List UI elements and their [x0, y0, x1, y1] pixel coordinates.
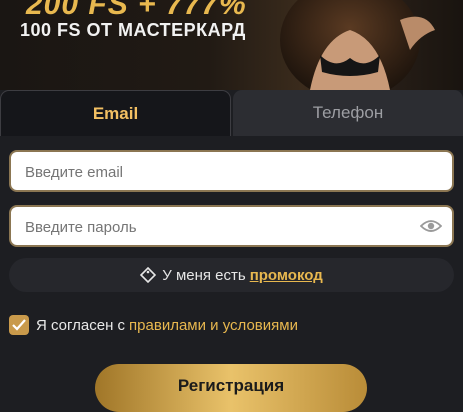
password-field-wrapper [9, 205, 454, 247]
promo-text: У меня есть [162, 266, 246, 284]
email-input[interactable] [23, 152, 417, 192]
promo-code-link[interactable]: промокод [250, 267, 323, 284]
check-icon [12, 319, 26, 331]
banner-headline: 200 FS + 777% [26, 0, 247, 21]
terms-checkbox[interactable] [9, 315, 29, 335]
auth-tabs: Email Телефон [0, 90, 463, 136]
tag-icon [140, 267, 157, 283]
terms-agreement: Я согласен с правилами и условиями [9, 313, 298, 337]
promo-banner[interactable]: 200 FS + 777% 100 FS ОТ МАСТЕРКАРД [0, 0, 463, 90]
tab-phone[interactable]: Телефон [233, 90, 463, 136]
tab-email[interactable]: Email [0, 90, 231, 136]
email-field-wrapper [9, 150, 454, 192]
banner-subline: 100 FS ОТ МАСТЕРКАРД [20, 20, 246, 40]
promo-code-toggle[interactable]: У меня есть промокод [9, 258, 454, 292]
password-input[interactable] [23, 207, 417, 247]
register-button[interactable]: Регистрация [95, 364, 367, 412]
eye-icon[interactable] [420, 218, 442, 234]
terms-text: Я согласен с [36, 316, 126, 334]
banner-model-image [280, 0, 435, 90]
terms-link[interactable]: правилами и условиями [129, 317, 298, 334]
